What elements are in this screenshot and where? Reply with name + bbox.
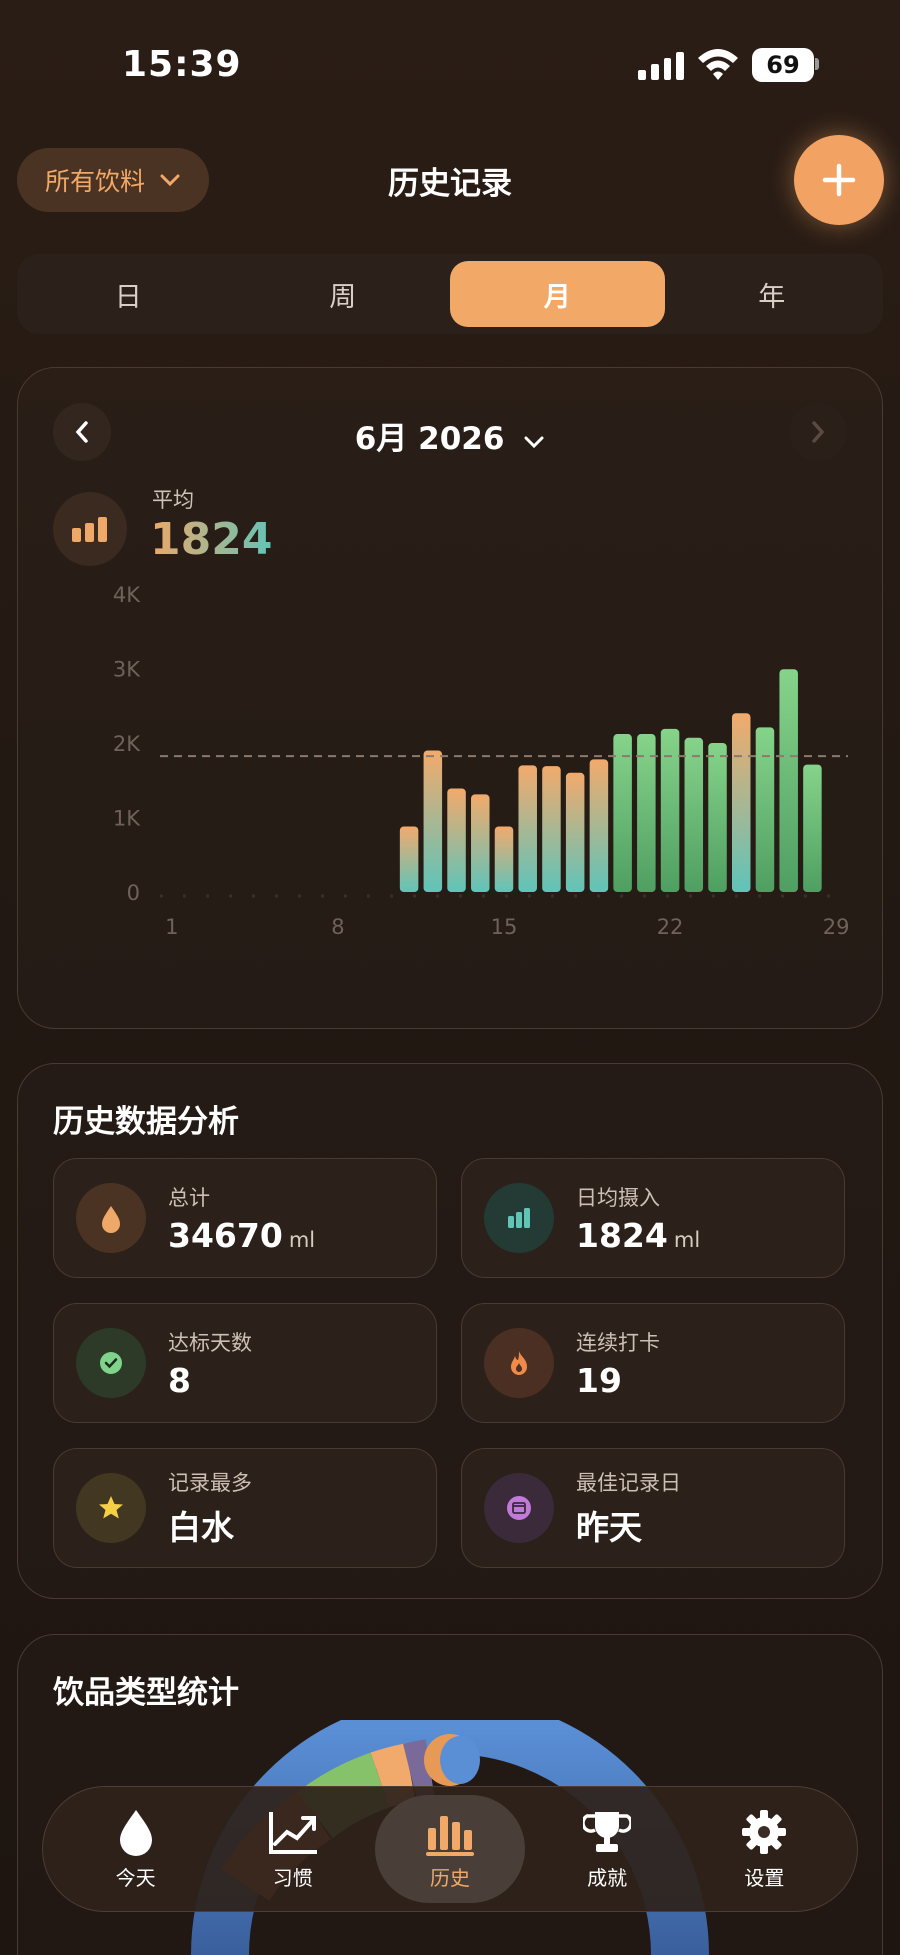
stat-value: 白水	[168, 1501, 252, 1549]
flame-icon	[484, 1328, 554, 1398]
status-time: 15:39	[122, 44, 242, 85]
stat-tile-streak: 连续打卡 19	[461, 1303, 845, 1423]
tab-habits[interactable]: 习惯	[218, 1795, 368, 1903]
stat-tile-best-day: 最佳记录日 昨天	[461, 1448, 845, 1568]
chart-bar-day-11[interactable]	[399, 826, 419, 892]
stat-number: 19	[576, 1360, 622, 1400]
y-tick-label: 3K	[113, 658, 141, 682]
stat-number: 34670	[168, 1215, 283, 1255]
chart-bar-day-28[interactable]	[803, 764, 822, 892]
stat-unit: ml	[673, 1227, 701, 1252]
page-title: 历史记录	[388, 166, 512, 202]
chart-bar-day-19[interactable]	[589, 759, 609, 892]
y-tick-label: 0	[127, 881, 140, 905]
tab-achievements-label: 成就	[587, 1865, 628, 1890]
stat-value: 19	[576, 1361, 660, 1400]
stat-number: 1824	[576, 1215, 668, 1255]
x-tick-label: 15	[491, 915, 518, 939]
trend-chart-icon	[268, 1811, 317, 1854]
stat-tile-total-intake: 总计 34670 ml	[53, 1158, 437, 1278]
chart-bar-day-12[interactable]	[423, 750, 443, 892]
tab-history[interactable]: 历史	[374, 1795, 525, 1903]
check-circle-icon	[76, 1328, 146, 1398]
wifi-icon	[698, 49, 738, 80]
tab-settings-label: 设置	[744, 1865, 785, 1890]
period-segmented-control: 日 周 月 年	[17, 254, 883, 334]
trophy-icon	[583, 1811, 632, 1852]
stat-label: 日均摄入	[576, 1185, 660, 1210]
y-tick-label: 4K	[113, 583, 141, 607]
stat-tile-daily-average: 日均摄入 1824 ml	[461, 1158, 845, 1278]
tab-today[interactable]: 今天	[61, 1795, 211, 1903]
stat-number: 昨天	[576, 1508, 642, 1547]
analysis-title: 历史数据分析	[53, 1104, 239, 1140]
stat-value: 34670 ml	[168, 1216, 315, 1255]
chart-bar-day-17[interactable]	[542, 766, 561, 892]
stat-tile-goal-days: 达标天数 8	[53, 1303, 437, 1423]
month-label: 6月 2026	[354, 421, 505, 457]
chart-bar-day-26[interactable]	[755, 727, 775, 892]
cellular-signal-icon	[638, 50, 684, 80]
stat-number: 白水	[168, 1508, 234, 1547]
x-tick-label: 29	[823, 915, 850, 939]
bottom-tab-bar: 今天 习惯 历史 成就 设置	[42, 1786, 858, 1912]
plus-icon	[822, 163, 856, 197]
stat-value: 昨天	[576, 1501, 681, 1549]
stat-label: 达标天数	[168, 1330, 252, 1355]
segment-week[interactable]: 周	[236, 261, 451, 327]
chart-bar-day-13[interactable]	[447, 788, 466, 892]
monthly-intake-bar-chart: 0 1K 2K 3K 4K 1 8 15 22 29	[113, 583, 850, 939]
month-selector[interactable]: 6月 2026	[0, 413, 900, 458]
chart-bar-day-16[interactable]	[518, 765, 537, 892]
battery-indicator: 69	[752, 48, 814, 82]
water-drop-icon	[76, 1183, 146, 1253]
battery-nub	[815, 58, 819, 70]
chevron-down-icon	[524, 436, 544, 449]
chart-bar-day-27[interactable]	[779, 669, 798, 892]
chart-bar-day-20[interactable]	[613, 734, 632, 892]
average-bar-chart-icon	[53, 492, 127, 566]
segment-day[interactable]: 日	[21, 261, 236, 327]
bar-chart-icon	[484, 1183, 554, 1253]
gear-icon	[742, 1809, 787, 1854]
average-label: 平均	[152, 488, 194, 512]
chart-bar-day-25[interactable]	[731, 713, 751, 892]
stat-value: 8	[168, 1361, 252, 1400]
stat-number: 8	[168, 1360, 191, 1400]
bar-chart-icon	[425, 1815, 474, 1856]
x-tick-label: 8	[331, 915, 344, 939]
stat-label: 连续打卡	[576, 1330, 660, 1355]
y-tick-label: 1K	[113, 807, 141, 831]
segment-year[interactable]: 年	[665, 261, 880, 327]
average-value: 1824	[150, 514, 273, 565]
star-icon	[76, 1473, 146, 1543]
tab-today-label: 今天	[115, 1865, 156, 1890]
chart-bar-day-23[interactable]	[684, 737, 704, 892]
tab-achievements[interactable]: 成就	[532, 1795, 682, 1903]
x-tick-label: 1	[165, 915, 178, 939]
chart-bar-day-21[interactable]	[637, 734, 656, 892]
stat-label: 最佳记录日	[576, 1471, 681, 1495]
add-drink-button[interactable]	[794, 135, 884, 225]
water-drop-icon	[119, 1809, 152, 1856]
chart-bar-day-15[interactable]	[494, 826, 514, 892]
drink-types-title: 饮品类型统计	[53, 1675, 239, 1711]
tab-history-label: 历史	[429, 1865, 470, 1890]
stat-label: 记录最多	[168, 1471, 252, 1495]
stat-value: 1824 ml	[576, 1216, 700, 1255]
chart-bar-day-14[interactable]	[471, 794, 490, 892]
stat-tile-most-logged: 记录最多 白水	[53, 1448, 437, 1568]
tab-settings[interactable]: 设置	[689, 1795, 839, 1903]
chart-bar-day-24[interactable]	[708, 743, 727, 892]
chart-bar-day-18[interactable]	[565, 772, 585, 892]
segment-month[interactable]: 月	[450, 261, 665, 327]
x-tick-label: 22	[657, 915, 684, 939]
y-tick-label: 2K	[113, 732, 141, 756]
stat-unit: ml	[288, 1227, 316, 1252]
chart-bar-day-22[interactable]	[660, 728, 680, 892]
calendar-icon	[484, 1473, 554, 1543]
tab-habits-label: 习惯	[272, 1865, 313, 1890]
stat-label: 总计	[168, 1185, 210, 1210]
